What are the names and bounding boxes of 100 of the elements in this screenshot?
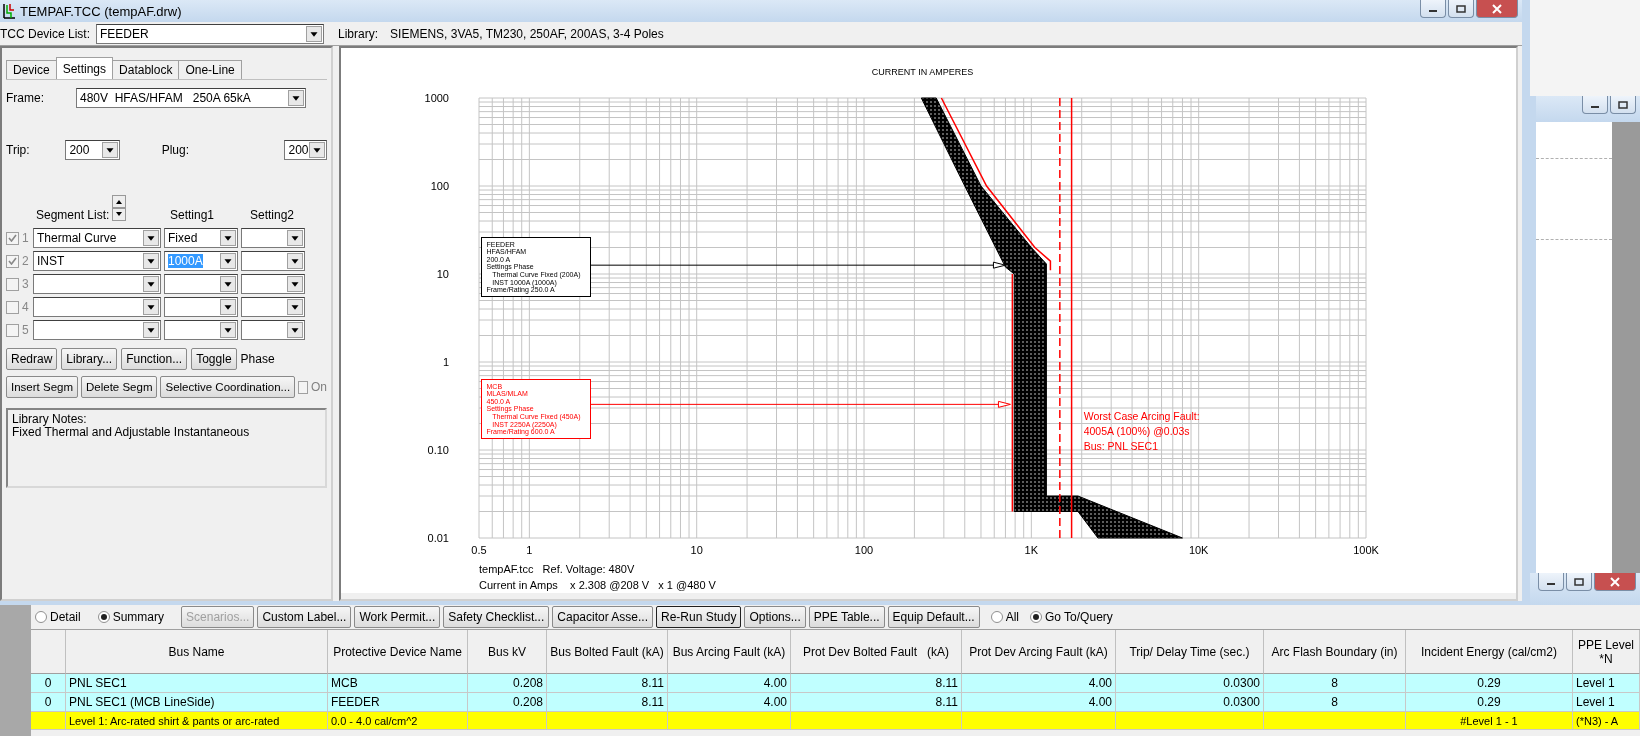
- column-header: Protective Device Name: [328, 630, 468, 674]
- table-cell: 0.0300: [1116, 693, 1264, 712]
- setting-dropdown[interactable]: Fixed: [164, 228, 238, 248]
- action-button[interactable]: Library...: [61, 348, 118, 370]
- caret-icon: [220, 299, 236, 315]
- setting-dropdown[interactable]: [241, 320, 305, 340]
- checkbox[interactable]: [6, 277, 19, 291]
- setting-dropdown[interactable]: [164, 320, 238, 340]
- close-icon: [1492, 3, 1502, 14]
- caret-icon: [287, 322, 303, 338]
- caret-icon: [287, 253, 303, 269]
- annotation-text: Worst Case Arcing Fault:: [1083, 409, 1200, 422]
- toolbar-button[interactable]: PPE Table...: [808, 606, 885, 628]
- setting-dropdown[interactable]: [241, 251, 305, 271]
- table-cell: PNL SEC1: [66, 674, 328, 693]
- row-number: 4: [22, 300, 30, 314]
- chart-footer: tempAF.tcc Ref. Voltage: 480V: [479, 563, 635, 575]
- segment-dropdown[interactable]: [33, 274, 161, 294]
- tab[interactable]: One-Line: [178, 60, 242, 79]
- table-cell: PNL SEC1 (MCB LineSide): [66, 693, 328, 712]
- field-label: TCC Device List:: [0, 26, 91, 41]
- axis-label: 0.01: [427, 532, 449, 544]
- table-cell: MCB: [328, 674, 468, 693]
- axis-label: 10: [690, 544, 703, 556]
- radio-button[interactable]: [35, 611, 47, 623]
- plug-dropdown[interactable]: 200: [284, 140, 327, 160]
- tab[interactable]: Settings: [55, 57, 114, 79]
- segment-dropdown[interactable]: [33, 297, 161, 317]
- segment-dropdown[interactable]: [33, 320, 161, 340]
- caret-icon: [143, 299, 159, 315]
- toolbar-button[interactable]: Re-Run Study: [656, 606, 742, 628]
- setting-dropdown[interactable]: [241, 228, 305, 248]
- caret-icon: [220, 253, 236, 269]
- table-cell: #Level 1 - 1: [1406, 712, 1573, 730]
- action-button[interactable]: Selective Coordination...: [160, 376, 296, 398]
- action-button[interactable]: Toggle: [191, 348, 237, 370]
- table-cell: 0: [31, 693, 66, 712]
- column-header: Prot Dev Bolted Fault (kA): [791, 630, 962, 674]
- column-header: Bus Bolted Fault (kA): [547, 630, 668, 674]
- action-button[interactable]: Insert Segm: [6, 376, 78, 398]
- table-cell: 4.00: [668, 693, 791, 712]
- checkbox[interactable]: [6, 254, 19, 268]
- column-header: [31, 630, 66, 674]
- action-button[interactable]: Function...: [121, 348, 188, 370]
- spin-buttons[interactable]: [112, 195, 126, 221]
- radio-button[interactable]: [1030, 611, 1042, 623]
- maximize-button[interactable]: [1566, 573, 1592, 591]
- frame-dropdown[interactable]: 480V HFAS/HFAM 250A 65kA: [76, 88, 306, 108]
- column-header: Incident Energy (cal/cm2): [1406, 630, 1573, 674]
- row-number: 3: [22, 277, 30, 291]
- caret-icon: [143, 276, 159, 292]
- axis-label: 10: [436, 268, 449, 280]
- field-label: Library:: [338, 26, 379, 41]
- maximize-icon: [1456, 4, 1466, 13]
- app-icon: [2, 3, 16, 19]
- setting-dropdown[interactable]: [164, 274, 238, 294]
- toolbar-button[interactable]: Custom Label...: [257, 606, 352, 628]
- axis-label: 10K: [1188, 544, 1209, 556]
- minimize-button[interactable]: [1582, 96, 1608, 114]
- setting-dropdown[interactable]: [164, 297, 238, 317]
- radio-button[interactable]: [97, 611, 110, 623]
- table-cell: 4.00: [668, 674, 791, 693]
- column-header: Prot Dev Arcing Fault (kA): [962, 630, 1116, 674]
- toolbar-button[interactable]: Capacitor Asse...: [552, 606, 653, 628]
- table-cell: 0.0300: [1116, 674, 1264, 693]
- close-button[interactable]: [1476, 0, 1518, 18]
- radio-button[interactable]: [990, 611, 1003, 623]
- column-label: Setting2: [250, 208, 295, 222]
- minimize-button[interactable]: [1420, 0, 1446, 18]
- caret-icon: [220, 322, 236, 338]
- trip-dropdown[interactable]: 200: [65, 140, 120, 160]
- maximize-button[interactable]: [1610, 96, 1636, 114]
- checkbox[interactable]: [6, 231, 19, 245]
- checkmark-icon: [8, 234, 17, 242]
- axis-label: 1: [442, 356, 449, 368]
- toolbar-button[interactable]: Work Permit...: [354, 606, 441, 628]
- caret-icon: [220, 276, 236, 292]
- minimize-button[interactable]: [1538, 573, 1564, 591]
- toolbar-button[interactable]: Safety Checklist...: [443, 606, 550, 628]
- toolbar-button[interactable]: Options...: [744, 606, 806, 628]
- setting-dropdown[interactable]: [241, 274, 305, 294]
- setting-dropdown[interactable]: [241, 297, 305, 317]
- maximize-button[interactable]: [1448, 0, 1474, 18]
- table-cell: 0.208: [468, 693, 547, 712]
- action-button[interactable]: Redraw: [6, 348, 58, 370]
- toolbar-button[interactable]: Equip Default...: [887, 606, 980, 628]
- device-list-dropdown[interactable]: FEEDER: [96, 23, 325, 44]
- radio-label: Summary: [112, 610, 165, 624]
- segment-dropdown[interactable]: INST: [33, 251, 161, 271]
- annotation-text: 4005A (100%) @0.03s: [1083, 424, 1190, 437]
- close-button[interactable]: [1594, 573, 1636, 591]
- table-cell: 4.00: [962, 693, 1116, 712]
- axis-label: 100: [430, 180, 449, 192]
- checkbox[interactable]: [6, 300, 19, 314]
- tab[interactable]: Device: [6, 60, 57, 79]
- checkbox[interactable]: [298, 380, 308, 394]
- column-header: Bus kV: [468, 630, 547, 674]
- checkbox[interactable]: [6, 323, 19, 337]
- segment-dropdown[interactable]: Thermal Curve: [33, 228, 161, 248]
- action-button[interactable]: Delete Segm: [81, 376, 158, 398]
